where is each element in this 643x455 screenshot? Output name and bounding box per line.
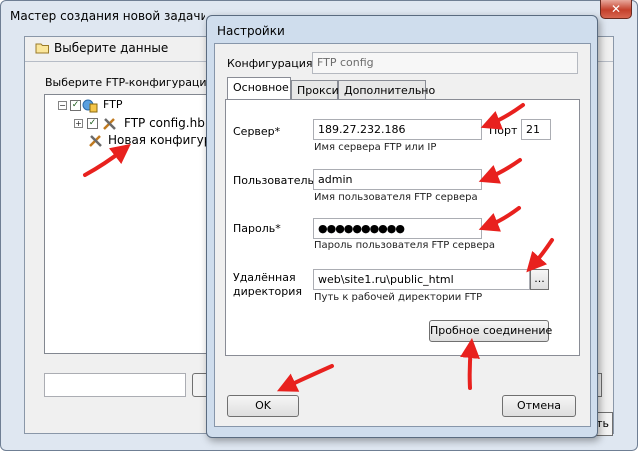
tree-item-ftp[interactable]: FTP <box>103 98 123 111</box>
cancel-button[interactable]: Отмена <box>502 395 576 417</box>
tree-item-ftp-config[interactable]: FTP config.hbl <box>124 116 208 130</box>
checkbox-root[interactable]: ✓ <box>70 100 81 111</box>
remote-dir-label-2: директория <box>233 285 303 298</box>
tools-icon <box>103 118 116 130</box>
tab-advanced[interactable]: Дополнительно <box>338 80 435 100</box>
user-input[interactable]: admin <box>313 169 482 190</box>
remote-dir-input[interactable]: web\site1.ru\public_html <box>313 269 530 290</box>
port-label: Порт <box>489 124 518 137</box>
password-label: Пароль* <box>233 222 281 235</box>
folder-icon <box>35 43 49 54</box>
wizard-close-button[interactable]: ✕ <box>600 0 632 19</box>
ok-button[interactable]: OK <box>227 395 299 417</box>
collapse-icon[interactable]: − <box>58 101 67 110</box>
test-connection-button[interactable]: Пробное соединение <box>429 320 552 342</box>
user-label: Пользователь* <box>233 174 320 187</box>
remote-dir-hint: Путь к рабочей директории FTP <box>314 292 483 303</box>
server-label: Сервер* <box>233 125 281 138</box>
server-hint: Имя сервера FTP или IP <box>314 142 437 153</box>
tab-proxy[interactable]: Прокси <box>291 80 339 100</box>
instruction-label: Выберите FTP-конфигурацию. Ч <box>45 76 207 89</box>
port-input[interactable]: 21 <box>521 119 551 140</box>
tools-icon <box>89 135 102 147</box>
browse-button[interactable]: ... <box>530 269 549 290</box>
step-title: Выберите данные <box>54 41 169 55</box>
wizard-input[interactable] <box>44 373 186 397</box>
checkbox-config[interactable]: ✓ <box>87 118 98 129</box>
config-field: FTP config <box>312 52 578 74</box>
tab-main[interactable]: Основное <box>227 77 291 100</box>
password-input[interactable]: ●●●●●●●●●● <box>313 218 482 239</box>
wizard-title: Мастер создания новой задачи - Ш <box>10 9 205 23</box>
expand-icon[interactable]: + <box>74 119 83 128</box>
ftp-server-icon <box>82 99 98 113</box>
user-hint: Имя пользователя FTP сервера <box>314 192 478 203</box>
config-label: Конфигурация <box>227 57 313 70</box>
remote-dir-label: Удалённая <box>233 271 296 284</box>
password-hint: Пароль пользователя FTP сервера <box>314 240 495 251</box>
dialog-title: Настройки <box>217 24 285 38</box>
server-input[interactable]: 189.27.232.186 <box>313 119 482 140</box>
ftp-config-tree[interactable]: − ✓ FTP + ✓ FTP config.hbl Новая конфигу… <box>44 94 227 354</box>
